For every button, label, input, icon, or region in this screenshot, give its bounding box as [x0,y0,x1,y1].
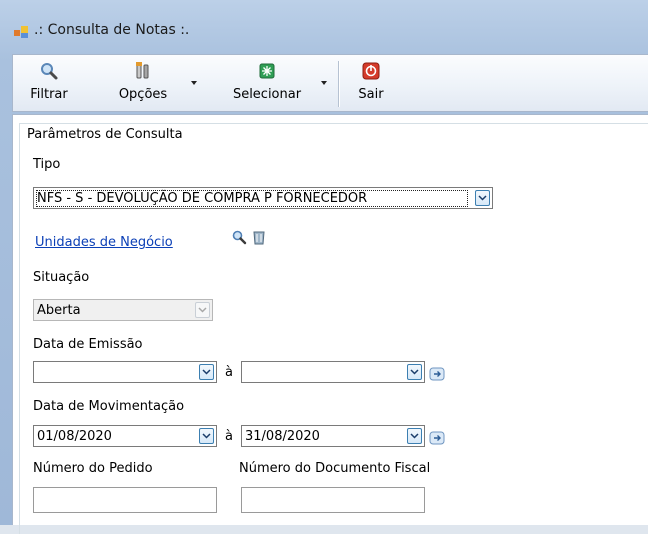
chevron-down-icon[interactable] [475,190,490,206]
data-movimentacao-to-value: 31/08/2020 [245,429,320,444]
main-panel: Parâmetros de Consulta Tipo NFS - S - DE… [12,114,648,534]
select-icon [257,61,277,81]
sair-label: Sair [358,87,384,102]
sair-button[interactable]: Sair [349,57,393,109]
date-range-separator: à [225,429,233,444]
numero-documento-label: Número do Documento Fiscal [239,461,431,476]
tipo-label: Tipo [33,157,61,172]
selecionar-dropdown-arrow[interactable] [321,81,327,85]
filtrar-button[interactable]: Filtrar [21,57,77,109]
window-app-icon [14,26,28,38]
selecionar-label: Selecionar [232,87,302,102]
unidades-link[interactable]: Unidades de Negócio [35,235,173,250]
date-range-separator: à [225,365,233,380]
eraser-icon[interactable] [251,230,267,246]
data-emissao-to-picker[interactable] [241,361,425,383]
numero-documento-input[interactable] [241,487,425,513]
data-emissao-label: Data de Emissão [33,337,143,352]
magnifier-icon [39,61,59,81]
chevron-down-icon[interactable] [407,364,422,380]
situacao-value: Aberta [37,303,81,318]
date-clear-icon[interactable] [429,366,445,382]
situacao-label: Situação [33,270,90,285]
chevron-down-icon[interactable] [407,428,422,444]
situacao-select[interactable]: Aberta [33,299,213,321]
opcoes-dropdown-arrow[interactable] [191,81,197,85]
group-title: Parâmetros de Consulta [27,127,185,142]
tipo-value: NFS - S - DEVOLUÇÃO DE COMPRA P FORNECED… [36,190,468,207]
data-emissao-from-picker[interactable] [33,361,217,383]
tools-icon [133,61,153,81]
chevron-down-icon[interactable] [195,302,210,318]
magnifier-icon[interactable] [231,229,247,245]
data-movimentacao-to-picker[interactable]: 31/08/2020 [241,425,425,447]
chevron-down-icon[interactable] [199,428,214,444]
exit-icon [361,61,381,81]
opcoes-button[interactable]: Opções [103,57,183,109]
tipo-select[interactable]: NFS - S - DEVOLUÇÃO DE COMPRA P FORNECED… [33,187,493,209]
opcoes-label: Opções [118,87,168,102]
chevron-down-icon[interactable] [199,364,214,380]
data-movimentacao-from-picker[interactable]: 01/08/2020 [33,425,217,447]
numero-pedido-label: Número do Pedido [33,461,153,476]
title-bar: .: Consulta de Notas :. [0,0,648,52]
data-movimentacao-from-value: 01/08/2020 [37,429,112,444]
window: .: Consulta de Notas :. Filtrar Opções S… [0,0,648,534]
date-clear-icon[interactable] [429,430,445,446]
toolbar-separator [338,61,340,107]
selecionar-button[interactable]: Selecionar [221,57,313,109]
numero-pedido-input[interactable] [33,487,217,513]
window-title: .: Consulta de Notas :. [34,22,190,38]
data-movimentacao-label: Data de Movimentação [33,399,185,414]
filtrar-label: Filtrar [30,87,68,102]
toolbar: Filtrar Opções Selecionar Sair [12,54,648,112]
